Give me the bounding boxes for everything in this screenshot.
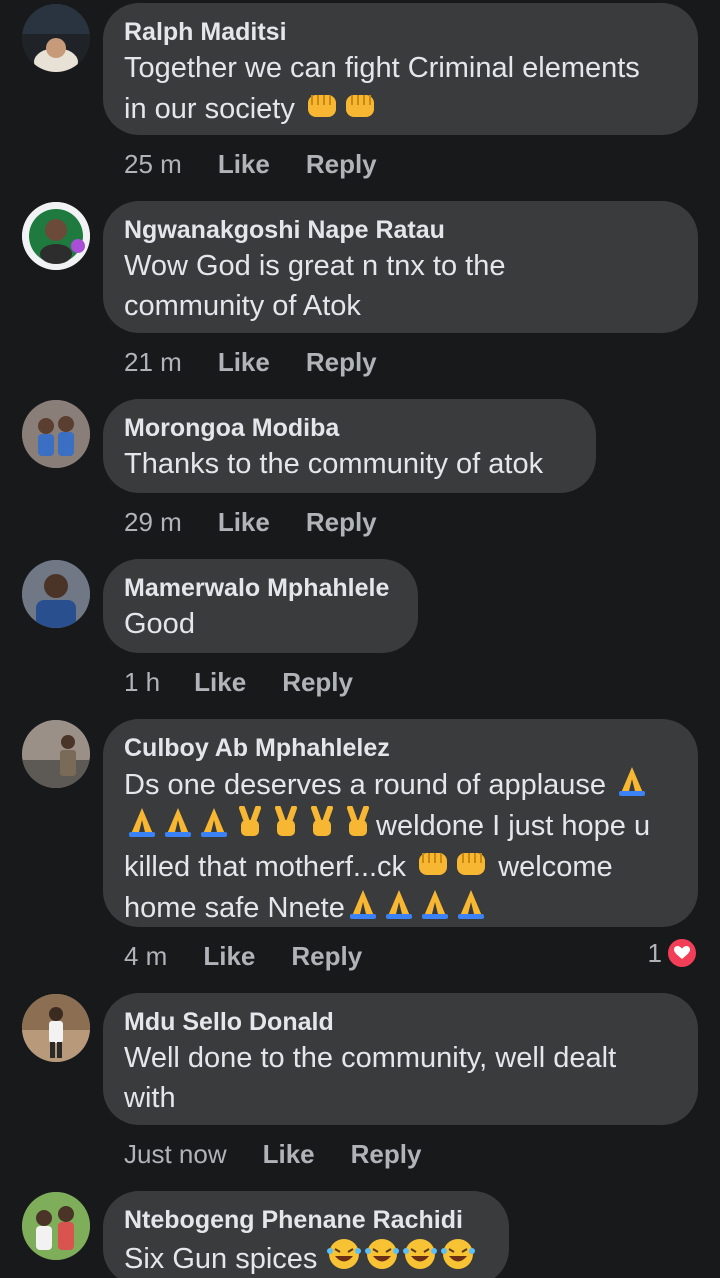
comment-time: 21 m — [124, 346, 182, 377]
comment-bubble[interactable]: Mdu Sello Donald Well done to the commun… — [103, 993, 698, 1125]
comment-text-line: Good — [124, 608, 195, 640]
heart-reaction-icon — [666, 937, 698, 969]
comment-meta: 29 m Like Reply — [124, 505, 377, 539]
laughing-emoji — [365, 1239, 400, 1269]
fist-emoji — [345, 95, 374, 117]
like-button[interactable]: Like — [203, 941, 255, 972]
fist-emoji — [419, 853, 448, 875]
laughing-emoji — [441, 1239, 476, 1269]
like-button[interactable]: Like — [218, 347, 270, 378]
folded-hands-emoji — [385, 890, 412, 919]
avatar[interactable] — [22, 400, 90, 468]
comment-meta: 1 h Like Reply — [124, 665, 353, 699]
folded-hands-emoji — [129, 808, 155, 837]
comment-meta: 4 m Like Reply — [124, 939, 362, 973]
comments-feed: Ralph Maditsi Together we can fight Crim… — [0, 0, 720, 1278]
comment-text-line: in our society — [124, 89, 677, 128]
avatar[interactable] — [22, 4, 90, 72]
comment-time: 29 m — [124, 506, 182, 537]
comment-time: 25 m — [124, 148, 182, 179]
avatar[interactable] — [22, 1192, 90, 1260]
comment-bubble[interactable]: Ralph Maditsi Together we can fight Crim… — [103, 3, 698, 135]
comment-bubble[interactable]: Ntebogeng Phenane Rachidi Six Gun spices — [103, 1191, 509, 1278]
comment-time: 4 m — [124, 940, 168, 971]
reply-button[interactable]: Reply — [306, 149, 377, 180]
reaction-summary[interactable]: 1 — [648, 936, 698, 970]
reaction-count: 1 — [647, 937, 662, 968]
reply-button[interactable]: Reply — [282, 667, 353, 698]
comment-text-line: killed that motherf...ck welcome — [124, 847, 677, 886]
like-button[interactable]: Like — [218, 149, 270, 180]
fist-emoji — [307, 95, 336, 117]
laughing-emoji — [403, 1239, 438, 1269]
folded-hands-emoji — [421, 890, 448, 919]
folded-hands-emoji — [201, 808, 227, 837]
victory-hand-emoji — [275, 806, 297, 836]
comment-bubble[interactable]: Culboy Ab Mphahlelez Ds one deserves a r… — [103, 719, 698, 927]
comment-text-line: home safe Nnete — [124, 888, 677, 927]
comment-text-line: weldone I just hope u — [124, 806, 677, 845]
comment-author[interactable]: Mamerwalo Mphahlele — [124, 573, 397, 603]
reply-button[interactable]: Reply — [306, 507, 377, 538]
folded-hands-emoji — [457, 890, 484, 919]
comment-author[interactable]: Morongoa Modiba — [124, 413, 575, 443]
comment-meta: 25 m Like Reply — [124, 147, 377, 181]
victory-hand-emoji — [311, 806, 333, 836]
comment-author[interactable]: Ntebogeng Phenane Rachidi — [124, 1205, 488, 1235]
like-button[interactable]: Like — [263, 1139, 315, 1170]
like-button[interactable]: Like — [194, 667, 246, 698]
reply-button[interactable]: Reply — [306, 347, 377, 378]
avatar[interactable] — [22, 994, 90, 1062]
like-button[interactable]: Like — [218, 507, 270, 538]
comment-bubble[interactable]: Mamerwalo Mphahlele Good — [103, 559, 418, 653]
comment-author[interactable]: Culboy Ab Mphahlelez — [124, 733, 677, 763]
folded-hands-emoji — [349, 890, 376, 919]
avatar[interactable] — [22, 202, 90, 270]
comment-text-line: with — [124, 1082, 176, 1114]
avatar[interactable] — [22, 560, 90, 628]
comment-bubble[interactable]: Morongoa Modiba Thanks to the community … — [103, 399, 596, 493]
comment-time: 1 h — [124, 666, 161, 697]
comment-text-line: Together we can fight Criminal elements — [124, 52, 640, 84]
comment-text-line: community of Atok — [124, 290, 361, 322]
avatar[interactable] — [22, 720, 90, 788]
laughing-emoji — [327, 1239, 362, 1269]
comment-author[interactable]: Mdu Sello Donald — [124, 1007, 677, 1037]
comment-author[interactable]: Ralph Maditsi — [124, 17, 677, 47]
folded-hands-emoji — [165, 808, 191, 837]
comment-text-line: Thanks to the community of atok — [124, 448, 544, 480]
reply-button[interactable]: Reply — [351, 1139, 422, 1170]
victory-hand-emoji — [239, 806, 261, 836]
comment-text-line: Wow God is great n tnx to the — [124, 250, 506, 282]
folded-hands-emoji — [619, 767, 646, 796]
comment-text-line: Well done to the community, well dealt — [124, 1042, 617, 1074]
comment-meta: 21 m Like Reply — [124, 345, 377, 379]
comment-bubble[interactable]: Ngwanakgoshi Nape Ratau Wow God is great… — [103, 201, 698, 333]
victory-hand-emoji — [347, 806, 369, 836]
reply-button[interactable]: Reply — [291, 941, 362, 972]
comment-time: Just now — [124, 1138, 227, 1169]
comment-text-line: Six Gun spices — [124, 1237, 488, 1278]
fist-emoji — [457, 853, 486, 875]
comment-meta: Just now Like Reply — [124, 1137, 421, 1171]
comment-text-line: Ds one deserves a round of applause — [124, 765, 677, 804]
comment-author[interactable]: Ngwanakgoshi Nape Ratau — [124, 215, 677, 245]
